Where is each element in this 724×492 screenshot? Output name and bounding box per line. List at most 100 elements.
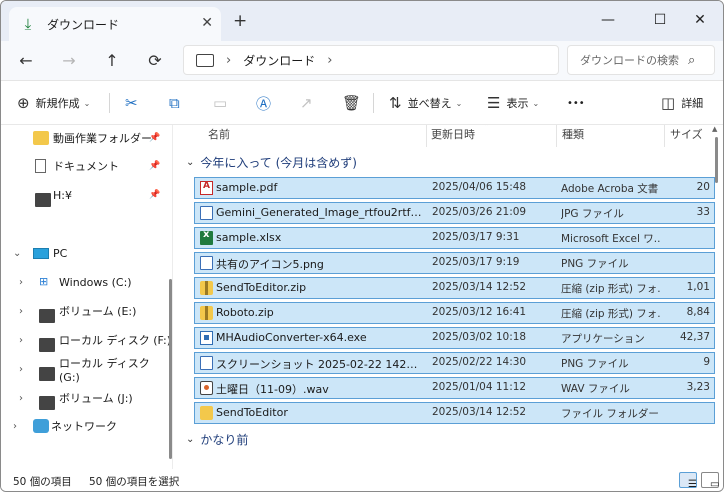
tab-close-icon[interactable]: ✕ xyxy=(201,15,213,31)
minimize-button[interactable]: — xyxy=(585,7,631,33)
table-row[interactable]: sample.pdf 2025/04/06 15:48 Adobe Acroba 文… xyxy=(194,177,715,199)
column-divider[interactable] xyxy=(664,125,665,147)
sidebar-item-drive-f[interactable]: › ローカル ディスク (F:) xyxy=(1,329,173,352)
close-window-button[interactable]: ✕ xyxy=(677,7,723,33)
table-row[interactable]: スクリーンショット 2025-02-22 142902.png 2025/02/2… xyxy=(194,352,715,374)
column-header-name[interactable]: 名前 xyxy=(208,125,230,147)
more-button[interactable]: ••• xyxy=(567,91,585,115)
share-button[interactable]: ↗ xyxy=(300,91,319,115)
table-row[interactable]: MHAudioConverter-x64.exe 2025/03/02 10:18… xyxy=(194,327,715,349)
table-row[interactable]: 共有のアイコン5.png 2025/03/17 9:19 PNG ファイル xyxy=(194,252,715,274)
chevron-right-icon[interactable]: › xyxy=(19,277,23,288)
sidebar-item-label: ローカル ディスク (G:) xyxy=(59,356,150,384)
breadcrumb-downloads[interactable]: ダウンロード xyxy=(243,52,315,69)
file-type: アプリケーション xyxy=(561,333,645,345)
delete-button[interactable]: 🗑 xyxy=(342,91,367,115)
pin-icon[interactable]: 📌 xyxy=(149,161,160,171)
sidebar-item-drive-j[interactable]: › ボリューム (J:) xyxy=(1,387,173,410)
sidebar-item-network[interactable]: › ネットワーク xyxy=(1,415,173,437)
chevron-right-icon[interactable]: › xyxy=(13,421,17,432)
refresh-button[interactable]: ⟳ xyxy=(142,49,168,73)
pin-icon[interactable]: 📌 xyxy=(149,133,160,143)
sidebar-item-label: ボリューム (J:) xyxy=(59,392,133,405)
details-view-button[interactable]: ☰ xyxy=(679,472,697,490)
tiles-view-button[interactable]: ▭ xyxy=(701,472,719,490)
details-pane-icon: ◫ xyxy=(661,94,676,112)
group-header-this-year[interactable]: ⌄ 今年に入って (今月は含めず) xyxy=(186,151,357,173)
sidebar-item-label: ドキュメント xyxy=(53,160,119,173)
pin-icon[interactable]: 📌 xyxy=(149,190,160,200)
sidebar-item-label: 動画作業フォルダー xyxy=(53,132,152,145)
search-icon[interactable]: ⌕ xyxy=(688,53,695,68)
table-row[interactable]: SendToEditor 2025/03/14 12:52 ファイル フォルダー xyxy=(194,402,715,424)
table-row[interactable]: 土曜日（11-09）.wav 2025/01/04 11:12 WAV ファイル 3,… xyxy=(194,377,715,399)
table-row[interactable]: SendToEditor.zip 2025/03/14 12:52 圧縮 (zip … xyxy=(194,277,715,299)
file-date: 2025/04/06 15:48 xyxy=(432,181,527,193)
command-bar: ⊕ 新規作成 ⌄ ✂ ⧉ ▭ Ⓐ ↗ 🗑 ⇅ 並べ替え ⌄ ☰ 表示 ⌄ •••… xyxy=(1,81,723,125)
file-list-scrollbar[interactable] xyxy=(715,137,718,183)
file-date: 2025/03/14 12:52 xyxy=(432,406,527,418)
view-button[interactable]: ☰ 表示 ⌄ xyxy=(487,91,539,115)
sidebar-item-drive-c[interactable]: › ⊞ Windows (C:) xyxy=(1,271,173,293)
search-input[interactable] xyxy=(580,53,688,67)
toolbar-divider xyxy=(109,93,110,113)
search-box[interactable]: ⌕ xyxy=(567,45,715,75)
chevron-down-icon: ⌄ xyxy=(186,156,195,168)
chevron-right-icon[interactable]: › xyxy=(19,393,23,404)
sort-label: 並べ替え xyxy=(407,97,452,110)
sidebar-item-pc[interactable]: ⌄ PC xyxy=(1,242,173,264)
sidebar-item-drive-g[interactable]: › ローカル ディスク (G:) xyxy=(1,357,173,384)
new-button[interactable]: ⊕ 新規作成 ⌄ xyxy=(17,91,90,115)
sidebar-item-label: PC xyxy=(53,246,68,260)
sidebar-item-drive-e[interactable]: › ボリューム (E:) xyxy=(1,300,173,323)
new-label: 新規作成 xyxy=(35,97,80,110)
back-button[interactable]: ← xyxy=(13,49,39,73)
up-button[interactable]: ↑ xyxy=(99,49,125,73)
zip-folder-icon xyxy=(200,306,213,320)
table-row[interactable]: Roboto.zip 2025/03/12 16:41 圧縮 (zip 形式) フォ… xyxy=(194,302,715,324)
new-tab-button[interactable]: + xyxy=(233,11,247,31)
column-divider[interactable] xyxy=(426,125,427,147)
sidebar-item-h-drive[interactable]: H:¥ 📌 xyxy=(1,184,173,207)
scissors-icon: ✂ xyxy=(125,94,138,112)
scroll-up-icon[interactable]: ▲ xyxy=(712,125,717,133)
chevron-right-icon[interactable]: › xyxy=(19,306,23,317)
details-pane-button[interactable]: ◫ 詳細 xyxy=(661,91,703,115)
chevron-right-icon[interactable]: › xyxy=(327,53,332,68)
sidebar-item-video-folder[interactable]: 動画作業フォルダー 📌 xyxy=(1,127,173,149)
sidebar-scrollbar[interactable] xyxy=(169,279,172,459)
paste-button[interactable]: ▭ xyxy=(213,91,233,115)
group-header-long-ago[interactable]: ⌄ かなり前 xyxy=(186,428,248,450)
folder-icon xyxy=(200,406,213,420)
more-icon: ••• xyxy=(567,97,585,109)
sort-button[interactable]: ⇅ 並べ替え ⌄ xyxy=(389,91,462,115)
zip-folder-icon xyxy=(200,281,213,295)
column-header-date[interactable]: 更新日時 xyxy=(431,125,475,147)
pdf-icon xyxy=(200,181,213,195)
breadcrumb[interactable]: › ダウンロード › xyxy=(183,45,559,75)
file-date: 2025/03/17 9:31 xyxy=(432,231,520,243)
table-row[interactable]: sample.xlsx 2025/03/17 9:31 Microsoft Exce… xyxy=(194,227,715,249)
chevron-right-icon[interactable]: › xyxy=(19,335,23,346)
sidebar-item-documents[interactable]: ドキュメント 📌 xyxy=(1,155,173,177)
sidebar-item-label: ボリューム (E:) xyxy=(59,305,137,318)
chevron-down-icon: ⌄ xyxy=(186,433,195,445)
chevron-right-icon[interactable]: › xyxy=(226,53,231,68)
column-header-type[interactable]: 種類 xyxy=(562,125,584,147)
table-row[interactable]: Gemini_Generated_Image_rtfou2rtfou2rtfou… xyxy=(194,202,715,224)
forward-button[interactable]: → xyxy=(56,49,82,73)
column-divider[interactable] xyxy=(556,125,557,147)
sidebar-item-label: H:¥ xyxy=(53,188,72,202)
image-file-icon xyxy=(200,356,213,370)
copy-button[interactable]: ⧉ xyxy=(169,91,186,115)
file-size: 1,01 xyxy=(686,281,710,293)
file-date: 2025/03/12 16:41 xyxy=(432,306,527,318)
column-header-size[interactable]: サイズ xyxy=(670,125,703,147)
rename-button[interactable]: Ⓐ xyxy=(256,91,277,115)
cut-button[interactable]: ✂ xyxy=(125,91,144,115)
chevron-down-icon[interactable]: ⌄ xyxy=(13,248,21,259)
chevron-right-icon[interactable]: › xyxy=(19,364,23,375)
file-size: 3,23 xyxy=(686,381,710,393)
tab-downloads[interactable]: ⤓ ダウンロード ✕ xyxy=(9,7,221,41)
title-bar: ⤓ ダウンロード ✕ + — ☐ ✕ xyxy=(1,1,723,41)
